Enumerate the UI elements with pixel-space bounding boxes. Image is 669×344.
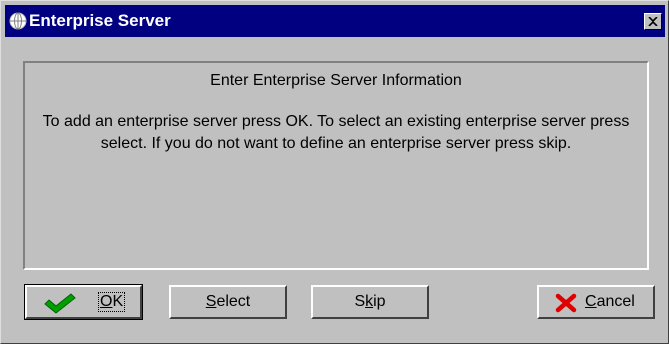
panel-heading: Enter Enterprise Server Information — [210, 72, 462, 89]
checkmark-icon — [43, 292, 77, 319]
window-title: Enterprise Server — [29, 11, 171, 30]
title-bar[interactable]: Enterprise Server — [5, 5, 665, 37]
info-panel: Enter Enterprise Server Information To a… — [23, 61, 649, 270]
ok-label: OK — [97, 292, 126, 312]
cancel-button[interactable]: Cancel — [537, 285, 655, 319]
skip-label: Skip — [354, 293, 386, 310]
skip-button[interactable]: Skip — [311, 285, 429, 319]
globe-icon — [9, 12, 27, 30]
close-button[interactable] — [644, 13, 662, 30]
panel-message: To add an enterprise server press OK. To… — [42, 113, 630, 152]
ok-button[interactable]: OK — [24, 284, 143, 320]
select-button[interactable]: Select — [169, 285, 287, 319]
select-label: Select — [205, 293, 251, 310]
x-icon — [555, 293, 577, 318]
cancel-label: Cancel — [585, 293, 635, 310]
enterprise-server-dialog: Enterprise Server Enter Enterprise Serve… — [0, 0, 669, 344]
